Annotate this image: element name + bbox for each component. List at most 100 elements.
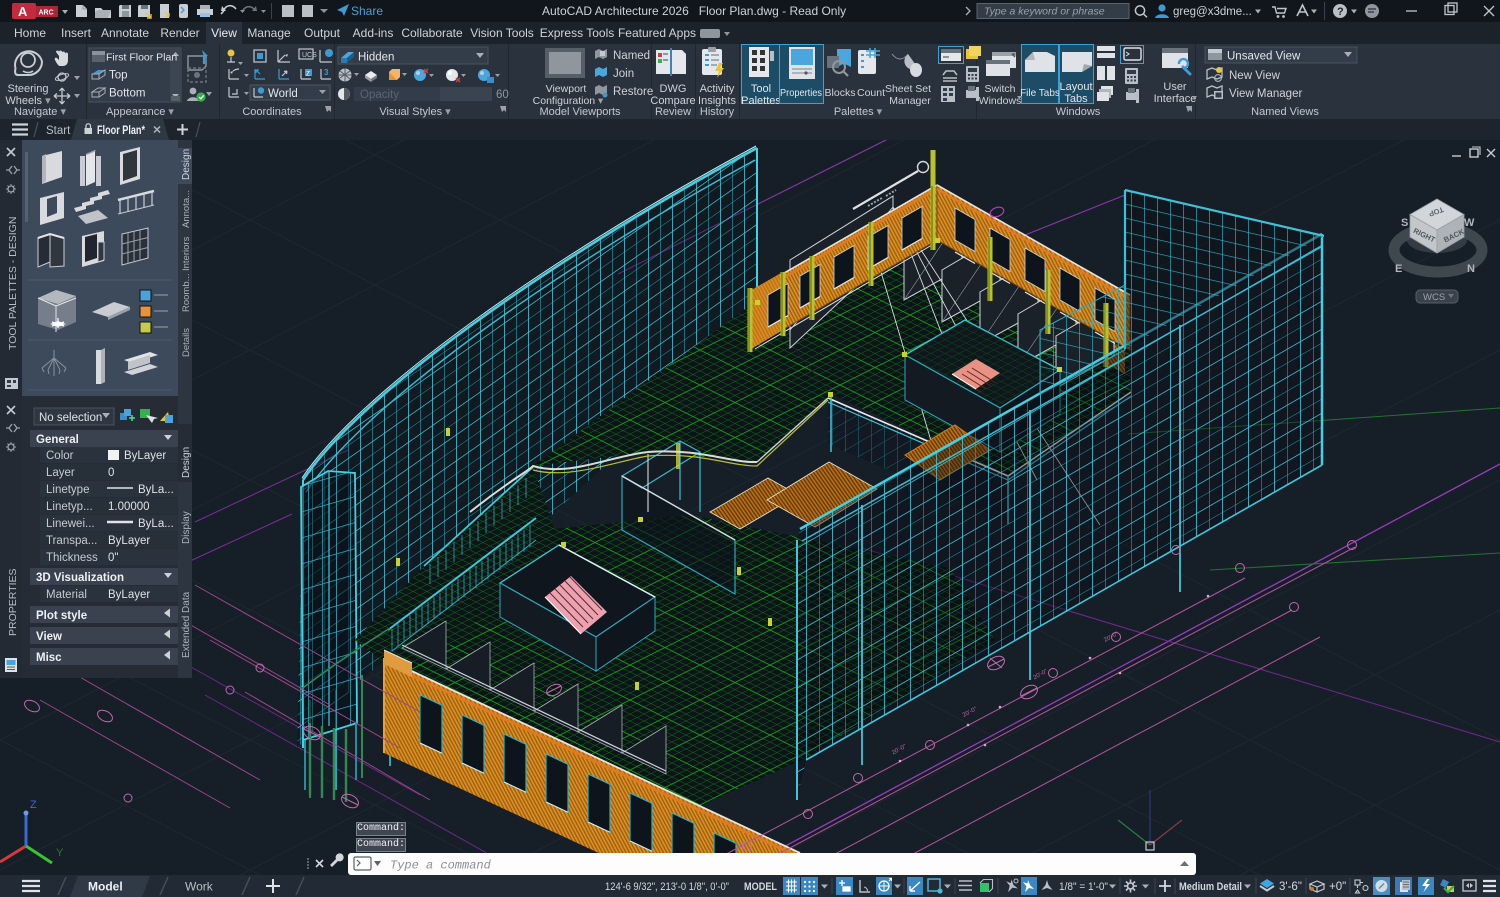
svg-text:W: W: [1464, 217, 1475, 229]
svg-text:0: 0: [108, 467, 114, 479]
svg-text:UCS: UCS: [302, 52, 317, 59]
svg-text:PROPERTIES: PROPERTIES: [7, 569, 19, 637]
svg-text:Roomb...: Roomb...: [181, 273, 192, 312]
svg-text:Model Viewports: Model Viewports: [539, 106, 621, 118]
svg-text:Type a command: Type a command: [390, 859, 492, 873]
svg-text:ByLa...: ByLa...: [138, 484, 174, 496]
svg-text:Palettes ▾: Palettes ▾: [834, 106, 883, 118]
svg-text:Switch: Switch: [985, 83, 1016, 95]
svg-text:Steering: Steering: [8, 83, 49, 95]
svg-text:File Tabs: File Tabs: [1020, 88, 1060, 99]
svg-text:Count: Count: [857, 87, 885, 99]
svg-text:World: World: [268, 88, 298, 100]
svg-text:Y: Y: [56, 847, 64, 859]
svg-text:Named Views: Named Views: [1251, 106, 1319, 118]
svg-text:Manager: Manager: [889, 95, 931, 107]
svg-text:ARC: ARC: [39, 10, 54, 17]
svg-text:N: N: [1467, 263, 1475, 275]
svg-text:Appearance ▾: Appearance ▾: [106, 106, 174, 118]
svg-text:Properties: Properties: [780, 88, 822, 99]
svg-text:Coordinates: Coordinates: [242, 106, 302, 118]
svg-text:Unsaved View: Unsaved View: [1227, 51, 1301, 63]
svg-text:greg@x3dme...: greg@x3dme...: [1173, 6, 1252, 18]
svg-text:History: History: [700, 106, 735, 118]
svg-text:Floor Plan*: Floor Plan*: [97, 125, 145, 137]
svg-text:Compare: Compare: [650, 95, 695, 107]
svg-text:Z: Z: [306, 71, 310, 78]
svg-text:A: A: [18, 4, 28, 19]
svg-text:ByLayer: ByLayer: [108, 535, 150, 547]
svg-text:Sheet Set: Sheet Set: [885, 83, 931, 95]
svg-text:Visual Styles ▾: Visual Styles ▾: [379, 106, 451, 118]
svg-text:Interface: Interface: [1154, 93, 1197, 105]
svg-text:Color: Color: [46, 450, 74, 462]
svg-text:3: 3: [324, 68, 329, 77]
svg-text:Tool: Tool: [751, 83, 771, 95]
svg-text:Design: Design: [181, 447, 192, 478]
svg-text:First Floor Plan: First Floor Plan: [106, 52, 177, 64]
svg-text:124'-6 9/32", 213'-0 1/8", 0'-: 124'-6 9/32", 213'-0 1/8", 0'-0": [605, 881, 729, 893]
svg-text:Thickness: Thickness: [46, 552, 98, 564]
svg-text:Restore: Restore: [613, 86, 653, 98]
svg-text:Interiors: Interiors: [181, 236, 192, 271]
svg-text:Layer: Layer: [46, 467, 75, 479]
svg-text:Details: Details: [181, 328, 192, 357]
svg-text:20'-0": 20'-0": [962, 706, 978, 718]
svg-text:Tabs: Tabs: [1064, 93, 1088, 105]
svg-text:S: S: [1401, 217, 1408, 229]
svg-text:Type a keyword or phrase: Type a keyword or phrase: [984, 6, 1105, 18]
svg-text:Display: Display: [181, 511, 192, 544]
svg-text:TOOL PALETTES - DESIGN: TOOL PALETTES - DESIGN: [7, 217, 19, 350]
svg-text:1.00000: 1.00000: [108, 501, 150, 513]
svg-text:Start: Start: [46, 125, 71, 137]
svg-text:Z: Z: [30, 799, 37, 811]
svg-text:Named: Named: [613, 50, 650, 62]
svg-text:Wheels ▾: Wheels ▾: [5, 95, 51, 107]
svg-text:Linewei...: Linewei...: [46, 518, 95, 530]
svg-text:Design: Design: [181, 149, 192, 180]
svg-text:Activity: Activity: [700, 83, 735, 95]
svg-text:Transpa...: Transpa...: [46, 535, 97, 547]
svg-text:Work: Work: [185, 880, 214, 894]
svg-text:60: 60: [496, 89, 509, 101]
svg-text:Linetyp...: Linetyp...: [46, 501, 93, 513]
svg-text:Extended Data: Extended Data: [181, 591, 192, 658]
svg-text:Annota...: Annota...: [181, 190, 192, 228]
svg-text:0": 0": [108, 552, 118, 564]
svg-text:Join: Join: [613, 68, 634, 80]
svg-text:User: User: [1163, 81, 1187, 93]
svg-text:WCS: WCS: [1423, 292, 1445, 303]
svg-text:Misc: Misc: [36, 652, 62, 664]
svg-text:Blocks: Blocks: [825, 87, 856, 99]
svg-text:Insights: Insights: [698, 95, 736, 107]
svg-text:ByLayer: ByLayer: [124, 450, 166, 462]
svg-text:Configuration ▾: Configuration ▾: [533, 95, 604, 107]
svg-text:Viewport: Viewport: [546, 83, 587, 95]
svg-text:Navigate ▾: Navigate ▾: [14, 106, 66, 118]
svg-text:New View: New View: [1229, 70, 1281, 82]
svg-text:Hidden: Hidden: [358, 52, 394, 64]
svg-text:Top: Top: [109, 70, 128, 82]
svg-text:Review: Review: [655, 106, 691, 118]
svg-text:Opacity: Opacity: [360, 89, 399, 101]
svg-text:Linetype: Linetype: [46, 484, 89, 496]
svg-text:General: General: [36, 434, 79, 446]
svg-text:DWG: DWG: [660, 83, 687, 95]
svg-text:Material: Material: [46, 589, 87, 601]
svg-text:Plot style: Plot style: [36, 610, 87, 622]
svg-text:Medium Detail: Medium Detail: [1179, 881, 1242, 893]
svg-text:Windows: Windows: [979, 95, 1022, 107]
svg-text:Palettes: Palettes: [741, 95, 781, 107]
svg-text:E: E: [1395, 263, 1402, 275]
svg-text:MODEL: MODEL: [744, 881, 777, 893]
svg-text:Layout: Layout: [1059, 81, 1092, 93]
svg-text:Model: Model: [88, 880, 123, 894]
svg-text:ByLayer: ByLayer: [108, 589, 150, 601]
svg-text:Bottom: Bottom: [109, 88, 145, 100]
svg-text:?: ?: [1337, 6, 1344, 18]
svg-text:20'-0": 20'-0": [1033, 669, 1049, 681]
svg-text:View: View: [36, 631, 62, 643]
svg-text:1/8" = 1'-0": 1/8" = 1'-0": [1059, 881, 1108, 893]
svg-text:3'-6": 3'-6": [1279, 881, 1302, 893]
svg-text:ByLa...: ByLa...: [138, 518, 174, 530]
